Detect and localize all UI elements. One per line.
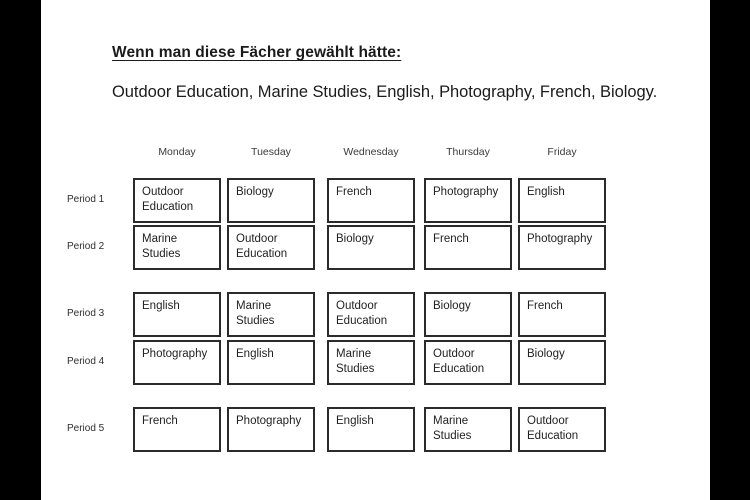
timetable-cell[interactable]: Photography <box>424 178 512 223</box>
day-header-wednesday: Wednesday <box>343 146 399 158</box>
timetable-cell[interactable]: Biology <box>227 178 315 223</box>
letterbox-band-left <box>0 0 41 500</box>
cell-line-1: French <box>336 186 372 198</box>
timetable-cell[interactable]: English <box>133 292 221 337</box>
timetable-cell[interactable]: Outdoor Education <box>424 340 512 385</box>
timetable-cell[interactable]: French <box>133 407 221 452</box>
slide-subtitle: Outdoor Education, Marine Studies, Engli… <box>112 83 658 101</box>
screen: Wenn man diese Fächer gewählt hätte: Out… <box>0 0 750 500</box>
cell-line-1: Marine <box>142 233 178 245</box>
cell-line-2: Studies <box>433 430 472 442</box>
timetable-cell[interactable]: Outdoor Education <box>518 407 606 452</box>
timetable-cell[interactable]: Photography <box>227 407 315 452</box>
cell-line-1: French <box>142 415 178 427</box>
period-label-2: Period 2 <box>67 241 105 252</box>
cell-line-1: Outdoor <box>142 186 184 198</box>
cell-line-2: Education <box>236 248 288 260</box>
cell-line-1: Photography <box>236 415 302 427</box>
cell-line-2: Education <box>336 315 388 327</box>
cell-line-1: Marine <box>236 300 272 312</box>
day-header-tuesday: Tuesday <box>251 146 291 158</box>
cell-line-1: Biology <box>527 348 565 360</box>
cell-line-1: Photography <box>433 186 499 198</box>
cell-line-1: English <box>527 186 565 198</box>
period-label-4: Period 4 <box>67 356 105 367</box>
timetable-cell[interactable]: English <box>327 407 415 452</box>
timetable-cell[interactable]: Biology <box>327 225 415 270</box>
timetable-cell[interactable]: Biology <box>518 340 606 385</box>
letterbox-band-right <box>710 0 750 500</box>
day-header-monday: Monday <box>158 146 196 158</box>
cell-line-1: Outdoor <box>527 415 569 427</box>
cell-line-1: Marine <box>336 348 372 360</box>
cell-line-1: English <box>236 348 274 360</box>
timetable-cell[interactable]: English <box>227 340 315 385</box>
cell-line-1: Biology <box>236 186 274 198</box>
day-header-thursday: Thursday <box>446 146 490 158</box>
timetable-cell[interactable]: Marine Studies <box>227 292 315 337</box>
cell-line-2: Education <box>142 201 194 213</box>
timetable-cell[interactable]: Photography <box>518 225 606 270</box>
cell-line-1: Biology <box>433 300 471 312</box>
timetable-cell[interactable]: Photography <box>133 340 221 385</box>
period-label-5: Period 5 <box>67 423 105 434</box>
timetable-cell[interactable]: Biology <box>424 292 512 337</box>
timetable-cell[interactable]: French <box>424 225 512 270</box>
cell-line-1: Outdoor <box>336 300 378 312</box>
cell-line-2: Studies <box>142 248 181 260</box>
cell-line-2: Education <box>527 430 579 442</box>
period-label-1: Period 1 <box>67 194 105 205</box>
cell-line-1: French <box>527 300 563 312</box>
cell-line-2: Education <box>433 363 485 375</box>
slide-canvas: Wenn man diese Fächer gewählt hätte: Out… <box>41 0 710 500</box>
cell-line-2: Studies <box>236 315 275 327</box>
timetable-cell[interactable]: Marine Studies <box>424 407 512 452</box>
timetable-cell[interactable]: Outdoor Education <box>327 292 415 337</box>
cell-line-1: Outdoor <box>236 233 278 245</box>
cell-line-1: Marine <box>433 415 469 427</box>
cell-line-1: Photography <box>527 233 593 245</box>
cell-line-1: Outdoor <box>433 348 475 360</box>
timetable-cell[interactable]: English <box>518 178 606 223</box>
timetable-cell[interactable]: Outdoor Education <box>133 178 221 223</box>
timetable-cell[interactable]: French <box>327 178 415 223</box>
timetable-cell[interactable]: Marine Studies <box>327 340 415 385</box>
cell-line-1: Photography <box>142 348 208 360</box>
cell-line-1: French <box>433 233 469 245</box>
day-header-friday: Friday <box>547 146 577 158</box>
cell-line-1: English <box>142 300 180 312</box>
cell-line-2: Studies <box>336 363 375 375</box>
period-label-3: Period 3 <box>67 308 105 319</box>
timetable-cell[interactable]: Marine Studies <box>133 225 221 270</box>
slide-title: Wenn man diese Fächer gewählt hätte: <box>112 44 402 61</box>
cell-line-1: Biology <box>336 233 374 245</box>
cell-line-1: English <box>336 415 374 427</box>
timetable-cell[interactable]: Outdoor Education <box>227 225 315 270</box>
timetable-cell[interactable]: French <box>518 292 606 337</box>
